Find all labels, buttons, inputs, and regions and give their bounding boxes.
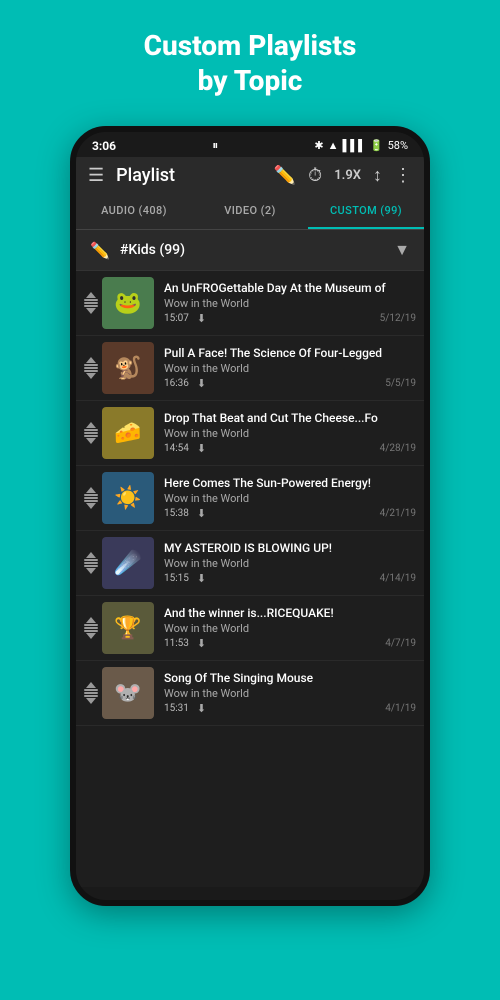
chevron-down-icon: ▼: [394, 240, 410, 260]
item-duration: 15:07: [164, 313, 189, 324]
item-meta: 15:15 ⬇ 4/14/19: [164, 572, 416, 585]
thumbnail: 🐒: [102, 342, 154, 394]
list-item[interactable]: 🧀 Drop That Beat and Cut The Cheese...Fo…: [76, 401, 424, 466]
drag-handle: [80, 613, 102, 643]
top-bar: ☰ Playlist ✏️ ⏱ 1.9X ↕ ⋮: [76, 157, 424, 194]
playlist-header[interactable]: ✏️ #Kids (99) ▼: [76, 230, 424, 271]
item-duration: 11:53: [164, 638, 189, 649]
item-duration: 15:38: [164, 508, 189, 519]
battery-icon: 🔋: [370, 139, 384, 152]
speed-control[interactable]: 1.9X: [334, 168, 361, 183]
item-info: Drop That Beat and Cut The Cheese...Fo W…: [164, 411, 416, 455]
status-time: 3:06: [92, 139, 116, 153]
item-title: An UnFROGettable Day At the Museum of: [164, 281, 416, 295]
download-icon[interactable]: ⬇: [197, 312, 206, 325]
phone-frame: 3:06 ⏸ ✱ ▲ ▌▌▌ 🔋 58% ☰ Playlist ✏️ ⏱ 1.9…: [70, 126, 430, 906]
thumbnail: 🐭: [102, 667, 154, 719]
download-icon[interactable]: ⬇: [197, 572, 206, 585]
wifi-icon: ▲: [328, 139, 339, 152]
item-date: 4/1/19: [385, 703, 416, 714]
drag-handle: [80, 548, 102, 578]
item-channel: Wow in the World: [164, 557, 416, 570]
signal-icon: ▌▌▌: [342, 139, 365, 152]
item-title: Pull A Face! The Science Of Four-Legged: [164, 346, 416, 360]
item-info: And the winner is...RICEQUAKE! Wow in th…: [164, 606, 416, 650]
download-icon[interactable]: ⬇: [197, 637, 206, 650]
download-icon[interactable]: ⬇: [197, 377, 206, 390]
item-title: Drop That Beat and Cut The Cheese...Fo: [164, 411, 416, 425]
item-title: And the winner is...RICEQUAKE!: [164, 606, 416, 620]
playlist-edit-icon: ✏️: [90, 241, 110, 260]
hamburger-icon[interactable]: ☰: [88, 165, 104, 186]
thumbnail: 🐸: [102, 277, 154, 329]
item-meta: 11:53 ⬇ 4/7/19: [164, 637, 416, 650]
list-item[interactable]: 🏆 And the winner is...RICEQUAKE! Wow in …: [76, 596, 424, 661]
page-title: Playlist: [116, 165, 262, 186]
timer-icon[interactable]: ⏱: [308, 165, 322, 186]
tab-audio[interactable]: AUDIO (408): [76, 194, 192, 229]
item-channel: Wow in the World: [164, 427, 416, 440]
thumbnail: 🏆: [102, 602, 154, 654]
item-meta: 15:07 ⬇ 5/12/19: [164, 312, 416, 325]
item-duration: 16:36: [164, 378, 189, 389]
drag-handle: [80, 483, 102, 513]
item-title: Here Comes The Sun-Powered Energy!: [164, 476, 416, 490]
thumbnail: ☀️: [102, 472, 154, 524]
item-info: MY ASTEROID IS BLOWING UP! Wow in the Wo…: [164, 541, 416, 585]
item-meta: 15:31 ⬇ 4/1/19: [164, 702, 416, 715]
drag-handle: [80, 353, 102, 383]
item-title: Song Of The Singing Mouse: [164, 671, 416, 685]
playlist-list: 🐸 An UnFROGettable Day At the Museum of …: [76, 271, 424, 887]
item-channel: Wow in the World: [164, 492, 416, 505]
item-channel: Wow in the World: [164, 297, 416, 310]
item-date: 5/5/19: [385, 378, 416, 389]
tab-custom[interactable]: CUSTOM (99): [308, 194, 424, 229]
item-duration: 15:15: [164, 573, 189, 584]
download-icon[interactable]: ⬇: [197, 702, 206, 715]
drag-handle: [80, 418, 102, 448]
item-duration: 14:54: [164, 443, 189, 454]
list-item[interactable]: 🐭 Song Of The Singing Mouse Wow in the W…: [76, 661, 424, 726]
item-info: Song Of The Singing Mouse Wow in the Wor…: [164, 671, 416, 715]
item-date: 4/21/19: [380, 508, 416, 519]
list-item[interactable]: 🐒 Pull A Face! The Science Of Four-Legge…: [76, 336, 424, 401]
item-meta: 16:36 ⬇ 5/5/19: [164, 377, 416, 390]
tabs-bar: AUDIO (408) VIDEO (2) CUSTOM (99): [76, 194, 424, 230]
status-icons: ✱ ▲ ▌▌▌ 🔋 58%: [314, 139, 408, 152]
download-icon[interactable]: ⬇: [197, 507, 206, 520]
item-date: 4/14/19: [380, 573, 416, 584]
list-item[interactable]: ☀️ Here Comes The Sun-Powered Energy! Wo…: [76, 466, 424, 531]
more-icon[interactable]: ⋮: [394, 165, 412, 186]
battery-percent: 58%: [388, 139, 408, 152]
tab-video[interactable]: VIDEO (2): [192, 194, 308, 229]
thumbnail: ☄️: [102, 537, 154, 589]
list-item[interactable]: 🐸 An UnFROGettable Day At the Museum of …: [76, 271, 424, 336]
item-date: 4/7/19: [385, 638, 416, 649]
item-info: An UnFROGettable Day At the Museum of Wo…: [164, 281, 416, 325]
download-icon[interactable]: ⬇: [197, 442, 206, 455]
item-meta: 15:38 ⬇ 4/21/19: [164, 507, 416, 520]
status-bar: 3:06 ⏸ ✱ ▲ ▌▌▌ 🔋 58%: [76, 132, 424, 157]
status-pause-icon: ⏸: [212, 138, 218, 153]
playlist-name: #Kids (99): [120, 242, 394, 258]
list-item[interactable]: ☄️ MY ASTEROID IS BLOWING UP! Wow in the…: [76, 531, 424, 596]
item-info: Here Comes The Sun-Powered Energy! Wow i…: [164, 476, 416, 520]
item-meta: 14:54 ⬇ 4/28/19: [164, 442, 416, 455]
drag-handle: [80, 678, 102, 708]
bluetooth-icon: ✱: [314, 139, 323, 152]
item-channel: Wow in the World: [164, 622, 416, 635]
item-channel: Wow in the World: [164, 362, 416, 375]
item-info: Pull A Face! The Science Of Four-Legged …: [164, 346, 416, 390]
thumbnail: 🧀: [102, 407, 154, 459]
drag-handle: [80, 288, 102, 318]
edit-icon[interactable]: ✏️: [274, 165, 296, 186]
item-title: MY ASTEROID IS BLOWING UP!: [164, 541, 416, 555]
hero-title: Custom Playlistsby Topic: [124, 0, 377, 118]
item-date: 5/12/19: [380, 313, 416, 324]
sort-icon[interactable]: ↕: [373, 165, 382, 186]
item-duration: 15:31: [164, 703, 189, 714]
item-channel: Wow in the World: [164, 687, 416, 700]
item-date: 4/28/19: [380, 443, 416, 454]
